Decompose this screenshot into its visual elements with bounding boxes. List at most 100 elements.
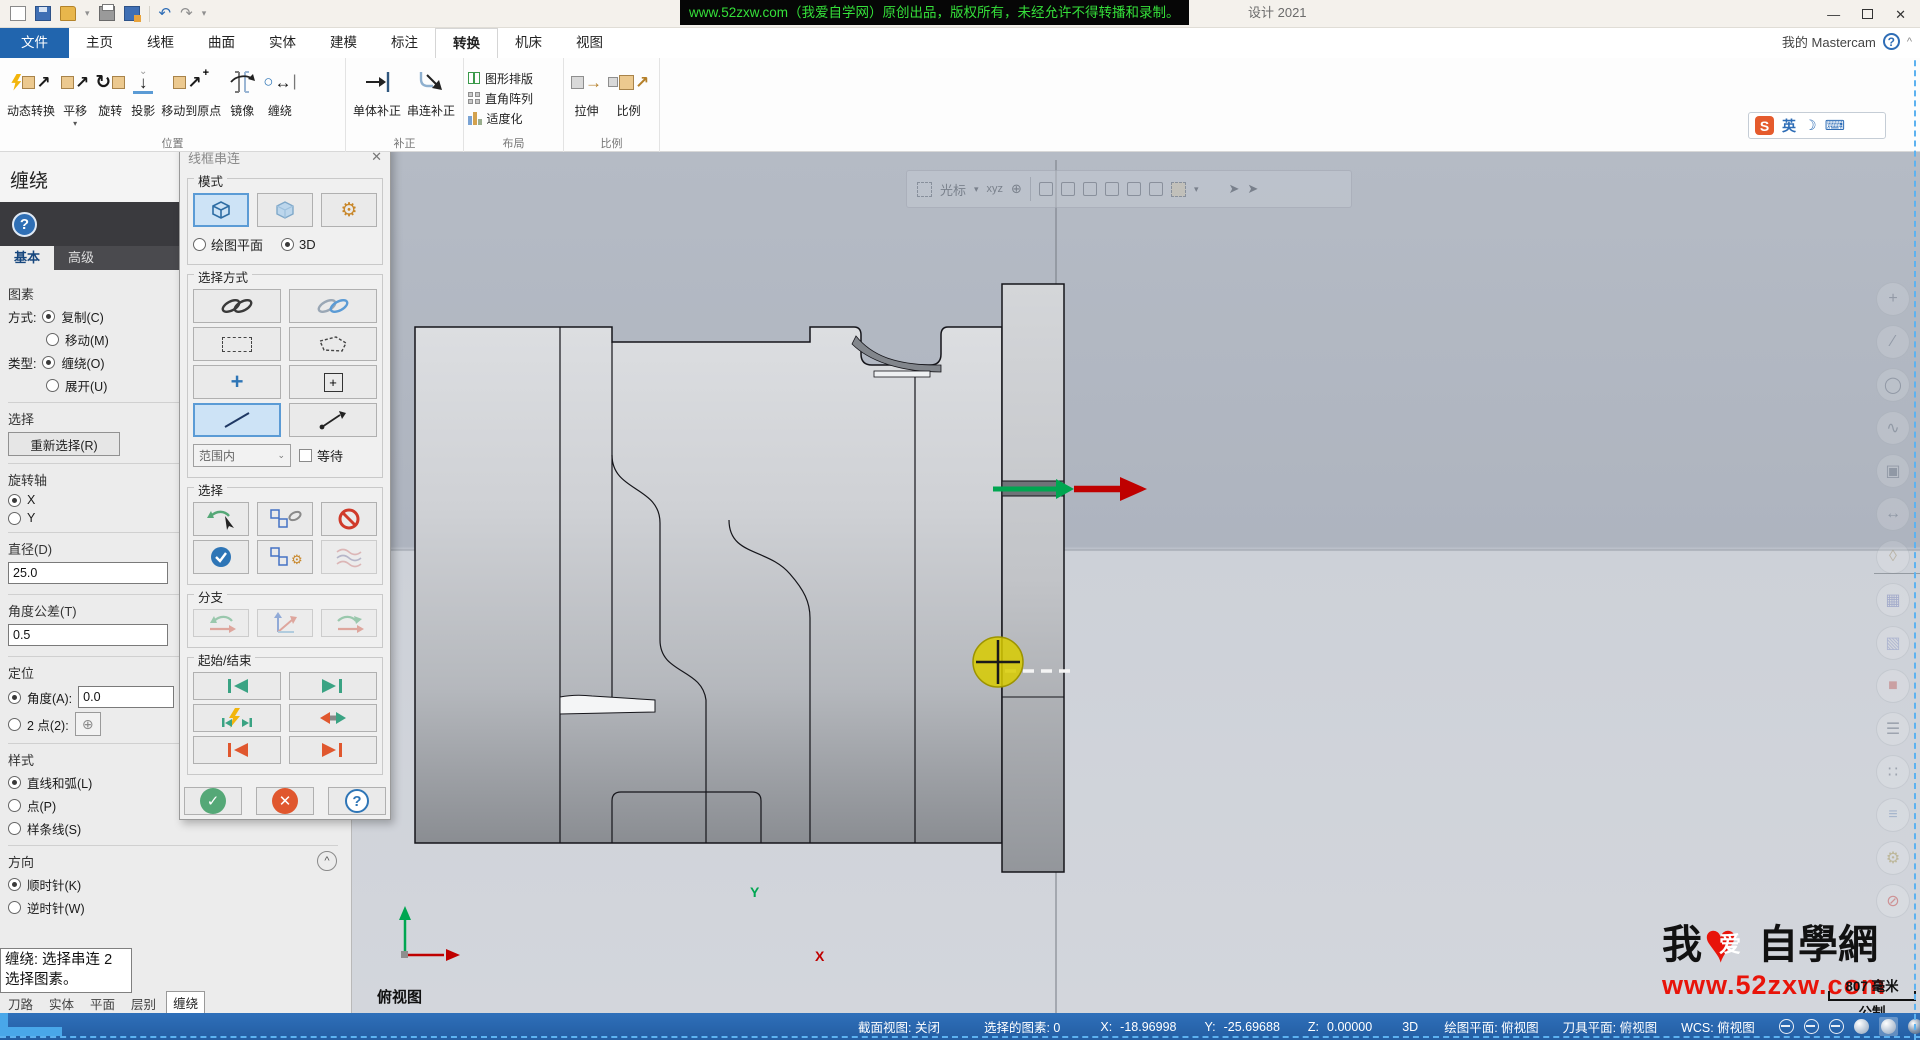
rotate-button[interactable]: ↻ 旋转 [92,60,128,136]
pan-icon[interactable]: + [1876,282,1910,316]
radio-move-label[interactable]: 移动(M) [65,330,109,349]
radio-wrap[interactable] [42,356,55,369]
tab-levels[interactable]: 层别 [125,993,162,1014]
wireframe-chaining-dialog[interactable]: 线框串连 ✕ 模式 ⚙ 绘图平面 3D 选择方式 [179,144,391,820]
radio-axis-x-label[interactable]: X [27,493,35,507]
radio-axis-x[interactable] [8,494,21,507]
flowline-button[interactable] [321,540,377,574]
radio-counterclockwise-label[interactable]: 逆时针(W) [27,898,85,917]
partial-chain-button[interactable] [289,289,377,323]
radio-spline-label[interactable]: 样条线(S) [27,819,81,838]
gnomon-toggle-icon[interactable] [1779,1019,1794,1034]
select-single-icon[interactable] [1105,182,1119,196]
settings-icon[interactable]: ⚙ [1876,841,1910,875]
shading-on-tile[interactable] [1879,1017,1898,1036]
cancel-button[interactable]: ✕ [256,787,314,815]
window-chain-button[interactable] [257,502,313,536]
radio-clockwise[interactable] [8,878,21,891]
chain-start-button[interactable] [193,672,281,700]
stretch-button[interactable]: → 拉伸 [568,60,605,136]
radio-move[interactable] [46,333,59,346]
redo-icon[interactable]: ↷ [180,6,193,21]
part-right-column[interactable] [1002,284,1064,872]
dynamic-xform-button[interactable]: ↗ 动态转换 [4,60,58,136]
select-tool-icon[interactable] [1039,182,1053,196]
chain-button[interactable] [193,289,281,323]
tab-model-prep[interactable]: 建模 [313,28,374,58]
angle-input[interactable] [78,686,174,708]
autocursor-label[interactable]: 光标 [940,180,966,199]
crosshair-cursor[interactable] [973,637,1023,687]
keyboard-icon[interactable]: ⌨ [1825,117,1845,134]
tab-home[interactable]: 主页 [69,28,130,58]
rotate-cursor-icon[interactable]: ➤ [1247,181,1258,197]
autocursor-icon[interactable] [917,182,932,197]
viewport-overlay-toolbar[interactable]: 光标 ▾ xyz ⊕ ▾ ➤ ➤ [906,170,1352,208]
radio-axis-y-label[interactable]: Y [27,511,35,525]
tab-wrap-panel[interactable]: 缠绕 [166,991,205,1014]
shaded-cube-icon[interactable]: ▧ [1876,626,1910,660]
nesting-button[interactable]: 图形排版 [468,70,559,87]
tab-drafting[interactable]: 标注 [374,28,435,58]
tab-advanced[interactable]: 高级 [54,246,108,270]
shading-off-icon[interactable] [1854,1019,1869,1034]
sogou-logo-icon[interactable]: S [1755,116,1774,135]
cplane-status[interactable]: 绘图平面: 俯视图 [1444,1017,1538,1036]
input-method-bar[interactable]: S 英 ☽ ⌨ [1748,112,1886,139]
radio-angle-label[interactable]: 角度(A): [27,688,72,707]
mirror-button[interactable]: 镜像 [224,60,260,136]
radio-point-label[interactable]: 点(P) [27,796,56,815]
translate-dropdown-icon[interactable]: ▾ [73,119,77,128]
diameter-input[interactable] [8,562,168,584]
end-selection-button[interactable] [321,502,377,536]
open-file-icon[interactable] [60,6,76,21]
analyze-icon[interactable]: ∕ [1876,325,1910,359]
moon-icon[interactable]: ☽ [1804,117,1817,134]
bounding-box-icon[interactable]: ▣ [1876,454,1910,488]
tab-surfaces[interactable]: 曲面 [191,28,252,58]
radio-unwrap[interactable] [46,379,59,392]
wait-checkbox[interactable]: 等待 [299,446,343,465]
restore-icon[interactable] [1862,9,1873,19]
translate-button[interactable]: ↗ 平移 ▾ [58,60,92,136]
area-point-button[interactable]: + [289,365,377,399]
eraser-icon[interactable]: ◊ [1876,540,1910,574]
scale-fit-button[interactable]: 适度化 [468,110,559,127]
my-mastercam[interactable]: 我的 Mastercam ? ^ [1782,32,1912,51]
branch-directions-button[interactable] [257,609,313,637]
move-to-origin-button[interactable]: ↗+ 移动到原点 [158,60,224,136]
3d-radio[interactable]: 3D [281,235,316,254]
ribbon-collapse-icon[interactable]: ^ [1907,36,1912,48]
ime-language-toggle[interactable]: 英 [1782,116,1796,136]
levels-icon[interactable]: ≡ [1876,798,1910,832]
radio-point[interactable] [8,799,21,812]
select-chain-icon[interactable] [1127,182,1141,196]
radio-copy-label[interactable]: 复制(C) [61,307,103,326]
unselect-last-button[interactable] [193,502,249,536]
help-icon[interactable]: ? [1883,33,1900,50]
radio-clockwise-label[interactable]: 顺时针(K) [27,875,81,894]
chain-end-button[interactable] [289,672,377,700]
open-dropdown-icon[interactable]: ▾ [85,9,90,18]
points-icon[interactable]: ∷ [1876,755,1910,789]
offset-chain-button[interactable]: 串连补正 [404,60,458,136]
tab-solids-manager[interactable]: 实体 [43,993,80,1014]
selection-dropdown-icon[interactable]: ▾ [1194,184,1199,195]
wireframe-cube-icon[interactable]: ▦ [1876,583,1910,617]
radio-two-points-label[interactable]: 2 点(2): [27,715,69,734]
project-button[interactable]: ⌄ ↓ 投影 [128,60,158,136]
tab-planes[interactable]: 平面 [84,993,121,1014]
tab-file[interactable]: 文件 [0,28,69,58]
dynamic-start-end-button[interactable] [193,704,281,732]
wcs-status[interactable]: WCS: 俯视图 [1681,1017,1755,1036]
axes-toggle-icon[interactable] [1804,1019,1819,1034]
new-file-icon[interactable] [10,6,26,21]
measure-icon[interactable]: ↔ [1876,497,1910,531]
mode-wireframe-button[interactable] [193,193,249,227]
verify-cursor-icon[interactable]: ➤ [1228,181,1239,197]
minimize-icon[interactable]: — [1827,8,1840,21]
radio-two-points[interactable] [8,718,21,731]
window-options-button[interactable]: ⚙ [257,540,313,574]
select-color-icon[interactable] [1149,182,1163,196]
tab-view[interactable]: 视图 [559,28,620,58]
